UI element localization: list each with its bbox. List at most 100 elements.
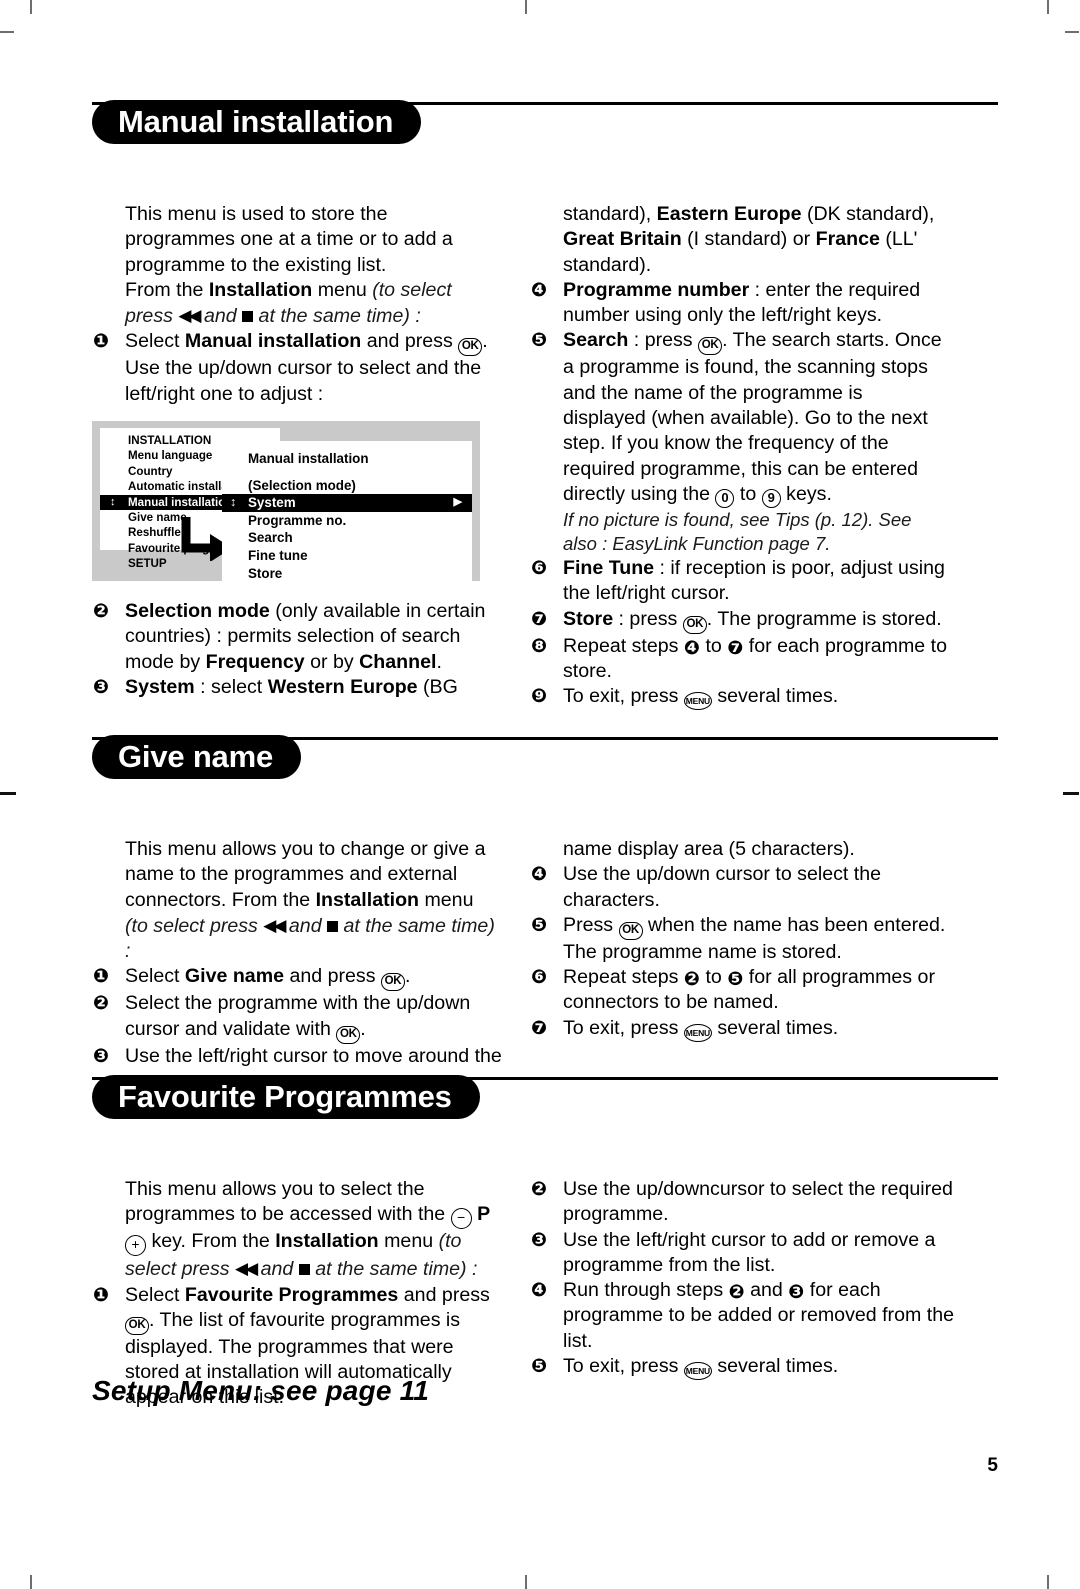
ok-key-icon-gn1: OK xyxy=(380,973,405,992)
step9-a: To exit, press xyxy=(563,685,684,708)
gn-step7-a: To exit, press xyxy=(563,1016,684,1039)
fav-step5-a: To exit, press xyxy=(563,1355,684,1378)
step1-bold: Manual installation xyxy=(184,330,362,353)
menu-item-system-label: System xyxy=(248,495,296,511)
step-1: ❶ Select Manual installation and press O… xyxy=(92,329,502,407)
programme-plus-key-icon: + xyxy=(125,1235,146,1257)
step2-c: . xyxy=(436,650,442,673)
inline-step-ref-gn5: ❺ xyxy=(727,968,744,991)
step-8: ❽ Repeat steps ❹ to ❼ for each programme… xyxy=(530,634,950,685)
gn-step-number-6: ❻ xyxy=(530,966,548,989)
step2-b: or by xyxy=(304,650,360,673)
gn-step1-b: and press xyxy=(284,965,381,988)
paragraph-give-name-intro: This menu allows you to change or give a… xyxy=(92,837,502,913)
fav-step1-bold: Favourite Programmes xyxy=(184,1283,399,1306)
paragraph-standards-continued: standard), Eastern Europe (DK standard),… xyxy=(530,202,950,278)
cont-bold2: Great Britain xyxy=(563,228,682,251)
step8-a: Repeat steps xyxy=(563,634,684,657)
fav-step1-b: and press xyxy=(398,1283,490,1306)
from-menu-italic-b: and xyxy=(198,305,243,328)
gn-intro-bold: Installation xyxy=(315,888,420,911)
fav-intro-c: menu xyxy=(378,1230,439,1253)
inline-step-ref-fav2: ❷ xyxy=(728,1281,745,1304)
paragraph-from-menu: From the Installation menu (to select pr… xyxy=(92,278,502,330)
menu-key-icon-fav: MENU xyxy=(683,1362,712,1381)
gn-step4: Use the up/down cursor to select the cha… xyxy=(563,863,882,911)
step5-bold: Search xyxy=(563,329,629,352)
gn-step-1: ❶ Select Give name and press OK. xyxy=(92,964,502,992)
step-9: ❾ To exit, press MENU several times. xyxy=(530,684,950,711)
gn-italic-b: and xyxy=(283,914,328,937)
step8-b: to xyxy=(700,634,728,657)
fav-intro-bold: Installation xyxy=(275,1230,379,1253)
menu-key-icon: MENU xyxy=(683,692,712,711)
step-5: ❺ Search : press OK. The search starts. … xyxy=(530,328,950,555)
fav-step2: Use the up/downcursor to select the requ… xyxy=(563,1178,953,1226)
stop-icon xyxy=(242,311,254,323)
digit-0-key-icon: 0 xyxy=(715,488,735,508)
stop-icon-give-name xyxy=(327,920,339,932)
gn-step-number-7: ❼ xyxy=(530,1016,548,1039)
step-4: ❹ Programme number : enter the required … xyxy=(530,278,950,329)
heading-manual-installation: Manual installation xyxy=(92,100,998,146)
column-right-favourite: ❷ Use the up/downcursor to select the re… xyxy=(530,1177,955,1381)
columns-favourite-programmes: This menu allows you to select the progr… xyxy=(92,1121,998,1408)
gn-step-2: ❷ Select the programme with the up/down … xyxy=(92,991,502,1044)
cont-c: (I standard) or xyxy=(681,228,816,251)
step-number-6: ❻ xyxy=(530,556,548,579)
step3-bold: System xyxy=(125,675,195,698)
step-number-8: ❽ xyxy=(530,634,548,657)
fav-step-5: ❺ To exit, press MENU several times. xyxy=(530,1354,955,1381)
figure-inner: INSTALLATION Menu language Country Autom… xyxy=(92,421,480,582)
heading-favourite-programmes: Favourite Programmes xyxy=(92,1075,998,1121)
step-number-4: ❹ xyxy=(530,278,548,301)
gn-step7-b: several times. xyxy=(711,1016,839,1039)
fav-step-number-5: ❺ xyxy=(530,1355,548,1378)
columns-give-name: This menu allows you to change or give a… xyxy=(92,781,998,1067)
fav-step1-a: Select xyxy=(125,1283,185,1306)
inline-step-ref-7: ❼ xyxy=(727,636,744,659)
menu-item-programme-no: Programme no. xyxy=(248,512,347,528)
updown-icon-system: ↕ xyxy=(230,495,237,510)
section-give-name: Give name This menu allows you to change… xyxy=(0,735,1080,1067)
rewind-icon-give-name: ◀◀ xyxy=(263,915,286,935)
menu-item-search: Search xyxy=(248,530,293,546)
step3-b: (BG xyxy=(417,675,458,698)
heading-pill-label: Manual installation xyxy=(92,100,422,144)
step2-bold3: Channel xyxy=(359,650,437,673)
ok-key-icon-search: OK xyxy=(698,337,723,356)
heading-pill-label-favourite: Favourite Programmes xyxy=(92,1075,480,1119)
menu-item-fine-tune: Fine tune xyxy=(248,548,308,564)
step9-b: several times. xyxy=(711,685,839,708)
ok-key-icon-gn2: OK xyxy=(336,1025,361,1044)
step-number-2: ❷ xyxy=(92,600,110,623)
step4-bold: Programme number xyxy=(563,278,750,301)
right-arrow-icon: ▶ xyxy=(453,496,462,509)
gn-step-3: ❸ Use the left/right cursor to move arou… xyxy=(92,1044,502,1069)
column-right-give-name: name display area (5 characters). ❹ Use … xyxy=(530,837,950,1042)
setup-menu-note: Setup Menu: see page 11 xyxy=(92,1375,430,1406)
menu-title-manual-installation: Manual installation xyxy=(248,451,369,467)
paragraph-intro: This menu is used to store the programme… xyxy=(125,203,453,276)
step-7: ❼ Store : press OK. The programme is sto… xyxy=(530,607,950,634)
ok-key-icon: OK xyxy=(458,338,483,357)
section-manual-installation: Manual installation This menu is used to… xyxy=(0,100,1080,711)
programme-minus-key-icon: − xyxy=(450,1208,472,1230)
gn-step-number-5: ❺ xyxy=(530,913,548,936)
fav-step4-a: Run through steps xyxy=(563,1279,729,1302)
step5-a: : press xyxy=(628,329,699,352)
fav-intro-b: key. From the xyxy=(146,1230,276,1253)
step-number-9: ❾ xyxy=(530,685,548,708)
inline-step-ref-gn2: ❷ xyxy=(683,968,700,991)
column-left: This menu is used to store the programme… xyxy=(92,202,502,700)
from-menu-prefix: From the xyxy=(125,278,209,301)
updown-icon: ↕ xyxy=(110,495,116,508)
tv-menu-manual-installation: Manual installation (Selection mode) ↕ Sy… xyxy=(222,441,472,582)
fav-italic-b: and xyxy=(255,1258,299,1281)
fav-step5-b: several times. xyxy=(711,1355,839,1378)
inline-step-ref-4: ❹ xyxy=(683,636,700,659)
step7-bold: Store xyxy=(563,607,614,630)
menu-item-selection-mode: (Selection mode) xyxy=(248,477,356,493)
step-2: ❷ Selection mode (only available in cert… xyxy=(92,599,502,675)
fav-p-label: P xyxy=(477,1203,491,1226)
